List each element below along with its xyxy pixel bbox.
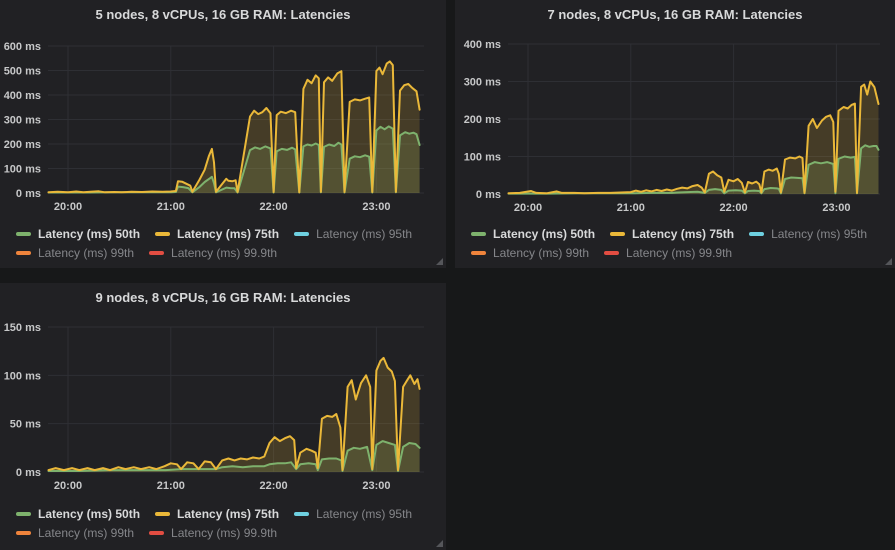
legend-item-latency-ms-99.9th[interactable]: Latency (ms) 99.9th [149,526,277,540]
legend-swatch-icon [604,251,619,255]
legend-label: Latency (ms) 50th [38,507,140,521]
chart-legend: Latency (ms) 50th Latency (ms) 75th Latenc… [471,224,882,262]
x-tick-label: 22:00 [260,201,288,213]
panel-latencies-9-nodes: 9 nodes, 8 vCPUs, 16 GB RAM: Latencies 1… [0,283,446,550]
latency-chart-7-nodes[interactable]: 400 ms 300 ms 200 ms 100 ms 0 ms 20:00 21:00 22… [455,0,895,224]
legend-label: Latency (ms) 99th [38,526,134,540]
legend-item-latency-ms-75th[interactable]: Latency (ms) 75th [610,227,734,241]
x-tick-label: 22:00 [260,480,288,492]
legend-label: Latency (ms) 99th [38,246,134,260]
legend-label: Latency (ms) 99.9th [626,246,732,260]
chart-canvas: 600 ms 500 ms 400 ms 300 ms 200 ms 100 ms 0 ms… [0,0,446,224]
legend-row: Latency (ms) 99th Latency (ms) 99.9th [471,243,882,262]
legend-label: Latency (ms) 50th [493,227,595,241]
legend-swatch-icon [155,232,170,236]
legend-item-latency-ms-99.9th[interactable]: Latency (ms) 99.9th [604,246,732,260]
x-tick-label: 21:00 [157,201,185,213]
legend-row: Latency (ms) 99th Latency (ms) 99.9th [16,523,427,542]
y-tick-label: 0 ms [476,189,501,201]
latency-chart-9-nodes[interactable]: 150 ms 100 ms 50 ms 0 ms 20:00 21:00 22:00 23:0… [0,283,446,504]
legend-item-latency-ms-75th[interactable]: Latency (ms) 75th [155,507,279,521]
legend-swatch-icon [471,232,486,236]
legend-swatch-icon [471,251,486,255]
x-tick-label: 20:00 [514,202,542,214]
legend-swatch-icon [149,251,164,255]
chart-legend: Latency (ms) 50th Latency (ms) 75th Latenc… [16,224,427,262]
legend-swatch-icon [155,512,170,516]
legend-label: Latency (ms) 50th [38,227,140,241]
legend-label: Latency (ms) 99.9th [171,526,277,540]
x-tick-label: 20:00 [54,201,82,213]
legend-swatch-icon [16,512,31,516]
y-tick-label: 500 ms [4,66,41,78]
legend-label: Latency (ms) 95th [316,507,412,521]
legend-item-latency-ms-75th[interactable]: Latency (ms) 75th [155,227,279,241]
legend-label: Latency (ms) 95th [771,227,867,241]
y-tick-label: 100 ms [4,164,41,176]
legend-label: Latency (ms) 95th [316,227,412,241]
panel-resize-handle[interactable] [436,540,443,547]
legend-swatch-icon [610,232,625,236]
legend-item-latency-ms-50th[interactable]: Latency (ms) 50th [16,507,140,521]
legend-item-latency-ms-99th[interactable]: Latency (ms) 99th [16,526,134,540]
chart-canvas: 150 ms 100 ms 50 ms 0 ms 20:00 21:00 22:00 23:0… [0,283,446,504]
x-tick-label: 21:00 [617,202,645,214]
panel-latencies-5-nodes: 5 nodes, 8 vCPUs, 16 GB RAM: Latencies 6… [0,0,446,268]
y-tick-label: 300 ms [4,115,41,127]
legend-item-latency-ms-95th[interactable]: Latency (ms) 95th [294,227,412,241]
x-tick-label: 23:00 [362,480,390,492]
y-tick-label: 200 ms [4,139,41,151]
y-tick-label: 400 ms [464,39,501,51]
legend-item-latency-ms-50th[interactable]: Latency (ms) 50th [471,227,595,241]
legend-item-latency-ms-99th[interactable]: Latency (ms) 99th [471,246,589,260]
legend-swatch-icon [16,531,31,535]
legend-label: Latency (ms) 99th [493,246,589,260]
legend-item-latency-ms-95th[interactable]: Latency (ms) 95th [294,507,412,521]
y-tick-label: 100 ms [4,370,41,382]
chart-canvas: 400 ms 300 ms 200 ms 100 ms 0 ms 20:00 21:00 22… [455,0,895,224]
x-tick-label: 20:00 [54,480,82,492]
legend-swatch-icon [149,531,164,535]
y-tick-label: 50 ms [10,419,41,431]
latency-chart-5-nodes[interactable]: 600 ms 500 ms 400 ms 300 ms 200 ms 100 ms 0 ms… [0,0,446,224]
x-tick-label: 21:00 [157,480,185,492]
chart-legend: Latency (ms) 50th Latency (ms) 75th Latenc… [16,504,427,542]
y-tick-label: 0 ms [16,467,41,479]
x-tick-label: 23:00 [362,201,390,213]
y-tick-label: 150 ms [4,322,41,334]
legend-label: Latency (ms) 75th [632,227,734,241]
legend-row: Latency (ms) 50th Latency (ms) 75th Latenc… [16,504,427,523]
series-area [49,61,420,193]
panel-latencies-7-nodes: 7 nodes, 8 vCPUs, 16 GB RAM: Latencies 4… [455,0,895,268]
legend-item-latency-ms-50th[interactable]: Latency (ms) 50th [16,227,140,241]
legend-row: Latency (ms) 50th Latency (ms) 75th Latenc… [16,224,427,243]
x-tick-label: 22:00 [720,202,748,214]
panel-resize-handle[interactable] [436,258,443,265]
legend-label: Latency (ms) 99.9th [171,246,277,260]
y-tick-label: 100 ms [464,152,501,164]
legend-row: Latency (ms) 50th Latency (ms) 75th Latenc… [471,224,882,243]
y-tick-label: 0 ms [16,188,41,200]
y-tick-label: 300 ms [464,77,501,89]
legend-label: Latency (ms) 75th [177,227,279,241]
legend-swatch-icon [16,232,31,236]
legend-swatch-icon [16,251,31,255]
legend-row: Latency (ms) 99th Latency (ms) 99.9th [16,243,427,262]
y-tick-label: 600 ms [4,41,41,53]
legend-swatch-icon [294,232,309,236]
panel-resize-handle[interactable] [885,258,892,265]
series-area [509,82,879,195]
y-tick-label: 200 ms [464,114,501,126]
legend-item-latency-ms-95th[interactable]: Latency (ms) 95th [749,227,867,241]
x-tick-label: 23:00 [822,202,850,214]
legend-item-latency-ms-99th[interactable]: Latency (ms) 99th [16,246,134,260]
y-tick-label: 400 ms [4,90,41,102]
legend-label: Latency (ms) 75th [177,507,279,521]
legend-swatch-icon [294,512,309,516]
legend-swatch-icon [749,232,764,236]
legend-item-latency-ms-99.9th[interactable]: Latency (ms) 99.9th [149,246,277,260]
